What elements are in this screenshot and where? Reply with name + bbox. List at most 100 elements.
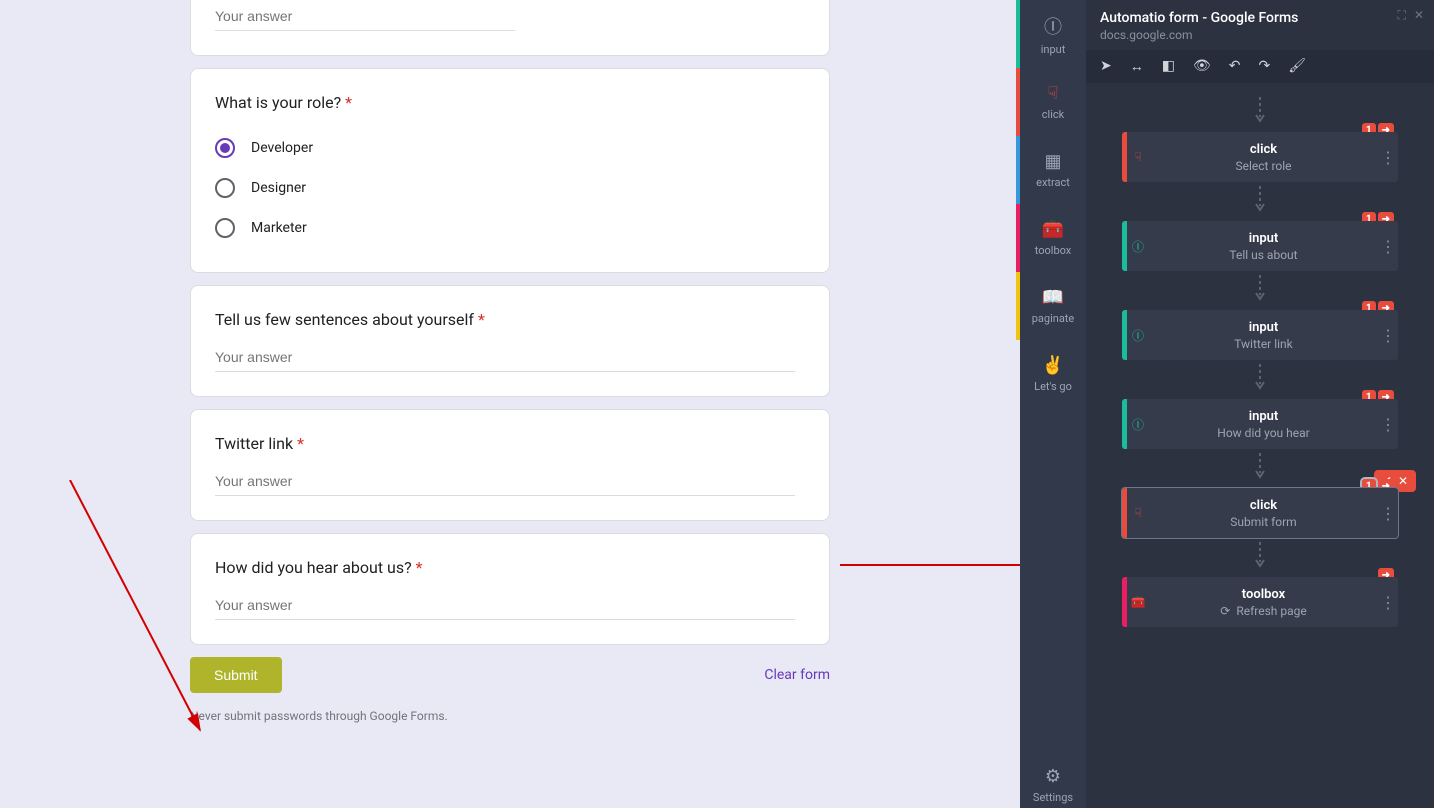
answer-input[interactable] [215,4,515,31]
node-subtitle: Tell us about [1229,248,1297,262]
sidetab-label: click [1042,108,1064,121]
grid-icon: ▦ [1044,151,1061,172]
node-title: toolbox [1149,587,1378,602]
sidetab-letsgo[interactable]: ✌ Let's go [1020,340,1086,408]
input-icon: Ⓘ [1127,238,1149,255]
sidetab-label: extract [1036,176,1070,189]
node-menu-icon[interactable]: ⋮ [1378,148,1398,167]
input-icon: Ⓘ [1127,416,1149,433]
question-text: How did you hear about us? * [215,558,805,577]
node-menu-icon[interactable]: ⋮ [1378,326,1398,345]
sidetab-toolbox[interactable]: 🧰 toolbox [1020,204,1086,272]
flow-node-input[interactable]: Ⓘ input Tell us about ⋮ [1122,221,1398,271]
sidetab-settings[interactable]: ⚙ Settings [1020,768,1086,808]
sidetab-label: input [1041,43,1066,56]
panel-side-tabs: Ⓘinput ☟click ▦ extract 🧰 toolbox 📖 paginat… [1020,0,1086,808]
radio-icon[interactable] [215,178,235,198]
node-menu-icon[interactable]: ⋮ [1378,504,1398,523]
sidetab-spacer [1020,408,1086,768]
confirm-cancel-icon[interactable]: ✕ [1398,474,1408,488]
click-icon: ☟ [1127,150,1149,164]
answer-input[interactable] [215,345,795,372]
flow-node-toolbox[interactable]: 🧰 toolbox ⟳Refresh page ⋮ [1122,577,1398,627]
flow-node-click[interactable]: ☟ click Select role ⋮ [1122,132,1398,182]
sidetab-label: paginate [1032,312,1075,325]
node-subtitle: Twitter link [1234,337,1293,351]
node-subtitle: ⟳Refresh page [1220,604,1306,618]
cursor-icon[interactable]: ➤ [1100,58,1112,75]
flow-node-input[interactable]: Ⓘ input Twitter link ⋮ [1122,310,1398,360]
required-icon: * [478,310,485,329]
node-title: click [1149,498,1378,513]
sidetab-click[interactable]: ☟click [1020,68,1086,136]
footnote-text: Never submit passwords through Google Fo… [190,709,830,723]
click-icon: ☟ [1127,506,1149,520]
sidetab-extract[interactable]: ▦ extract [1020,136,1086,204]
refresh-icon: ⟳ [1220,604,1230,618]
close-icon[interactable]: ✕ [1414,8,1424,23]
question-role-card: What is your role? * Developer Designer … [190,68,830,273]
radio-label: Marketer [251,220,307,236]
question-card [190,0,830,56]
eraser-icon[interactable]: ◧ [1162,58,1175,75]
node-title: input [1149,231,1378,246]
expand-icon[interactable]: ⛶ [1398,8,1406,23]
question-twitter-card: Twitter link * [190,409,830,521]
peace-icon: ✌ [1042,355,1064,376]
panel-title: Automatio form - Google Forms [1100,10,1420,26]
flow-node-click[interactable]: ☟ click Submit form ⋮ [1122,488,1398,538]
required-icon: * [345,93,352,112]
text-cursor-icon: Ⓘ [1044,13,1062,39]
resize-icon[interactable]: ↔ [1130,58,1144,75]
question-label: Twitter link [215,434,293,453]
flow-node-wrap: ✔✕ 1➜ ☟ click Submit form ⋮ [1122,488,1398,538]
radio-label: Developer [251,140,313,156]
answer-input[interactable] [215,469,795,496]
panel-main: Automatio form - Google Forms docs.googl… [1086,0,1434,808]
automatio-panel: Ⓘinput ☟click ▦extract 🧰toolbox 📖paginat… [1020,0,1434,808]
clear-form-link[interactable]: Clear form [764,667,830,683]
question-about-card: Tell us few sentences about yourself * [190,285,830,397]
required-icon: * [297,434,304,453]
toolbox-icon: 🧰 [1042,219,1064,240]
radio-icon[interactable] [215,138,235,158]
question-label: What is your role? [215,93,341,112]
flow-node-wrap: 1➜ Ⓘ input Tell us about ⋮ [1122,221,1398,271]
radio-label: Designer [251,180,306,196]
eye-icon[interactable]: 👁 [1193,58,1211,75]
node-menu-icon[interactable]: ⋮ [1378,593,1398,612]
brush-icon[interactable]: 🖌 [1288,58,1306,75]
flow-arrow-icon [1094,542,1426,573]
sidetab-paginate[interactable]: 📖 paginate [1020,272,1086,340]
panel-header: Automatio form - Google Forms docs.googl… [1086,0,1434,50]
sidetab-input[interactable]: Ⓘinput [1020,0,1086,68]
submit-button[interactable]: Submit [190,657,282,693]
toolbox-icon: 🧰 [1127,595,1149,609]
panel-toolbar: ➤ ↔ ◧ 👁 ↶ ↷ 🖌 [1086,50,1434,83]
node-menu-icon[interactable]: ⋮ [1378,415,1398,434]
flow-node-input[interactable]: Ⓘ input How did you hear ⋮ [1122,399,1398,449]
question-label: How did you hear about us? [215,558,412,577]
undo-icon[interactable]: ↶ [1229,58,1241,75]
panel-subtitle: docs.google.com [1100,28,1420,42]
gear-icon: ⚙ [1045,766,1061,787]
radio-icon[interactable] [215,218,235,238]
node-subtitle: Select role [1235,159,1291,173]
sidetab-label: Settings [1033,791,1073,804]
radio-option[interactable]: Developer [215,128,805,168]
flow-node-wrap: 1➜ Ⓘ input Twitter link ⋮ [1122,310,1398,360]
question-text: Tell us few sentences about yourself * [215,310,805,329]
sidetab-label: Let's go [1034,380,1072,393]
redo-icon[interactable]: ↷ [1258,58,1270,75]
google-form-area: What is your role? * Developer Designer … [0,0,1020,808]
question-text: Twitter link * [215,434,805,453]
radio-option[interactable]: Marketer [215,208,805,248]
node-menu-icon[interactable]: ⋮ [1378,237,1398,256]
sidetab-label: toolbox [1035,244,1072,257]
flow-canvas: 1➜ ☟ click Select role ⋮ 1➜ Ⓘ input Tell… [1086,83,1434,808]
radio-option[interactable]: Designer [215,168,805,208]
question-text: What is your role? * [215,93,805,112]
book-icon: 📖 [1042,287,1064,308]
answer-input[interactable] [215,593,795,620]
node-title: click [1149,142,1378,157]
